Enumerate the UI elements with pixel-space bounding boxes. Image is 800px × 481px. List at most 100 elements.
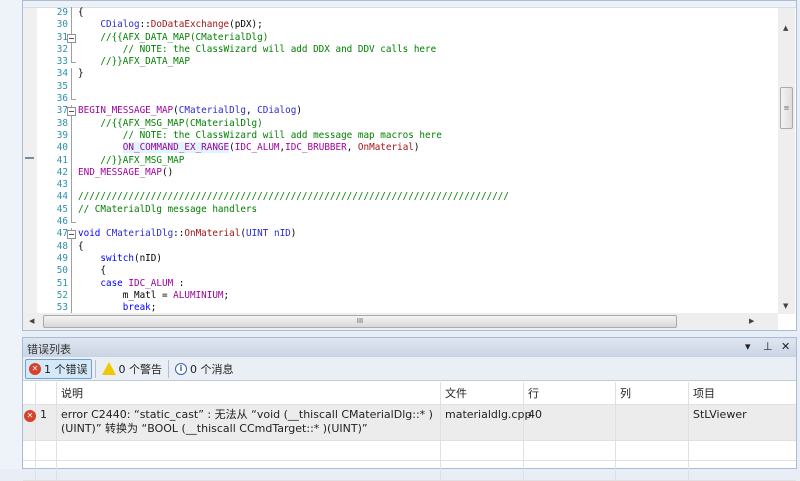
code-token: END_MESSAGE_MAP xyxy=(78,166,162,178)
code-token: BEGIN_MESSAGE_MAP xyxy=(78,105,174,117)
error-icon: ✕ xyxy=(24,409,36,422)
code-line[interactable]: 31 //{{AFX_DATA_MAP(CMaterialDlg) xyxy=(37,31,777,44)
code-line[interactable]: 40 ON_COMMAND_EX_RANGE(IDC_ALUM,IDC_BRUB… xyxy=(37,142,777,155)
code-token: () xyxy=(161,166,174,178)
code-text: //{{AFX_DATA_MAP(CMaterialDlg) xyxy=(78,32,268,44)
line-number: 31 xyxy=(56,31,68,43)
vertical-scroll-thumb[interactable]: ≡ xyxy=(780,87,793,129)
code-line[interactable]: 50 { xyxy=(37,265,777,278)
code-line[interactable]: 47 void CMaterialDlg::OnMaterial(UINT nID… xyxy=(37,228,777,241)
code-line[interactable]: 51 case IDC_ALUM : xyxy=(37,277,777,290)
col-header-icon[interactable] xyxy=(23,382,36,404)
code-line[interactable]: 46 xyxy=(37,216,777,228)
code-token: IDC_ALUM xyxy=(128,277,174,289)
code-text: // NOTE: the ClassWizard will add messag… xyxy=(78,130,442,142)
code-text: // NOTE: the ClassWizard will add DDX an… xyxy=(78,44,436,56)
error-grid: 说明 文件 行 列 项目 ✕ 1 error C2440: “static_ca… xyxy=(23,382,796,481)
code-line[interactable]: 30 CDialog::DoDataExchange(pDX); xyxy=(37,19,777,32)
line-number: 39 xyxy=(56,129,68,141)
errors-filter-button[interactable]: ✕ 1 个错误 xyxy=(25,358,92,379)
code-line[interactable]: 48 { xyxy=(37,240,777,253)
code-line[interactable]: 45 // CMaterialDlg message handlers xyxy=(37,203,777,217)
scroll-right-icon[interactable]: ▶ xyxy=(749,317,754,325)
code-line[interactable]: 39 // NOTE: the ClassWizard will add mes… xyxy=(37,129,777,143)
code-text: BEGIN_MESSAGE_MAP(CMaterialDlg, CDialog) xyxy=(78,105,302,117)
error-icon: ✕ xyxy=(29,362,41,375)
line-number: 41 xyxy=(56,154,68,166)
scroll-up-icon[interactable]: ▲ xyxy=(783,24,788,32)
line-number: 35 xyxy=(56,80,68,92)
code-editor[interactable]: 29{30 CDialog::DoDataExchange(pDX); 31 //… xyxy=(22,0,797,331)
code-text: ON_COMMAND_EX_RANGE(IDC_ALUM,IDC_BRUBBER… xyxy=(78,142,420,154)
code-text: { xyxy=(78,265,106,277)
left-strip xyxy=(0,0,22,469)
line-number: 46 xyxy=(56,216,68,228)
close-icon[interactable]: ✕ xyxy=(781,340,790,353)
code-token: { xyxy=(78,7,84,18)
col-header-description[interactable]: 说明 xyxy=(57,382,441,404)
code-text: CDialog::DoDataExchange(pDX); xyxy=(78,19,262,31)
code-line[interactable]: 53 break; xyxy=(37,302,777,313)
code-line[interactable]: 52 m_Matl = ALUMINIUM; xyxy=(37,289,777,303)
code-line[interactable]: 42 END_MESSAGE_MAP() xyxy=(37,166,777,180)
code-text: void CMaterialDlg::OnMaterial(UINT nID) xyxy=(78,228,296,240)
code-line[interactable]: 32 // NOTE: the ClassWizard will add DDX… xyxy=(37,43,777,57)
line-number: 50 xyxy=(56,265,68,277)
code-line[interactable]: 33 //}}AFX_DATA_MAP xyxy=(37,56,777,68)
code-line[interactable]: 34} xyxy=(37,68,777,81)
fold-guide xyxy=(71,216,76,224)
code-line[interactable]: 41 //}}AFX_MSG_MAP xyxy=(37,154,777,167)
scroll-down-icon[interactable]: ▼ xyxy=(783,302,788,310)
horizontal-scroll-thumb[interactable]: III xyxy=(43,315,677,328)
fold-guide xyxy=(71,80,79,94)
code-token: switch xyxy=(100,252,134,264)
table-row[interactable]: ✕ 1 error C2440: “static_cast” : 无法从 “vo… xyxy=(23,405,796,441)
messages-filter-button[interactable]: i0 个消息 xyxy=(172,359,237,379)
code-token: case xyxy=(100,277,123,289)
pin-icon[interactable]: ⊥ xyxy=(763,340,773,353)
line-number: 49 xyxy=(56,252,68,264)
code-text: switch(nID) xyxy=(78,253,162,265)
code-token: (nID) xyxy=(133,252,162,264)
code-area[interactable]: 29{30 CDialog::DoDataExchange(pDX); 31 //… xyxy=(37,7,777,313)
col-header-project[interactable]: 项目 xyxy=(689,382,796,404)
code-line[interactable]: 44 //////////////////////////////////////… xyxy=(37,191,777,204)
panel-title: 错误列表 xyxy=(27,343,71,356)
filter-toolbar: ✕ 1 个错误 0 个警告 i0 个消息 xyxy=(23,357,796,381)
col-header-file[interactable]: 文件 xyxy=(441,382,524,404)
error-index: 1 xyxy=(36,405,57,440)
horizontal-scrollbar[interactable]: ◀ III ▶ xyxy=(23,313,778,330)
vertical-scrollbar[interactable]: ▲ ≡ ▼ xyxy=(778,8,795,314)
col-header-column[interactable]: 列 xyxy=(616,382,689,404)
code-text: } xyxy=(78,68,84,80)
code-token: :: xyxy=(173,228,185,240)
code-line[interactable]: 43 xyxy=(37,179,777,192)
code-line[interactable]: 49 switch(nID) xyxy=(37,252,777,266)
code-line[interactable]: 38 //{{AFX_MSG_MAP(CMaterialDlg) xyxy=(37,117,777,130)
code-line[interactable]: 35 xyxy=(37,80,777,94)
code-token: m_Matl = xyxy=(78,289,174,301)
code-text: ////////////////////////////////////////… xyxy=(78,191,509,203)
code-line[interactable]: 29 { xyxy=(37,7,777,20)
code-line[interactable]: 37 BEGIN_MESSAGE_MAP(CMaterialDlg, CDialo… xyxy=(37,105,777,118)
col-header-index[interactable] xyxy=(36,382,57,404)
error-description: error C2440: “static_cast” : 无法从 “void (… xyxy=(57,405,441,440)
empty-row xyxy=(23,461,796,481)
line-number: 33 xyxy=(56,56,68,68)
fold-guide xyxy=(71,179,79,192)
col-header-line[interactable]: 行 xyxy=(524,382,616,404)
code-token: { xyxy=(78,240,84,252)
code-line[interactable]: 36 xyxy=(37,93,777,105)
scroll-left-icon[interactable]: ◀ xyxy=(29,317,34,325)
code-text: case IDC_ALUM : xyxy=(78,278,184,290)
warnings-filter-button[interactable]: 0 个警告 xyxy=(99,359,166,379)
code-token: ; xyxy=(150,302,157,313)
dropdown-icon[interactable]: ▾ xyxy=(745,340,751,353)
empty-row xyxy=(23,441,796,461)
code-token: CDialog xyxy=(257,105,297,117)
